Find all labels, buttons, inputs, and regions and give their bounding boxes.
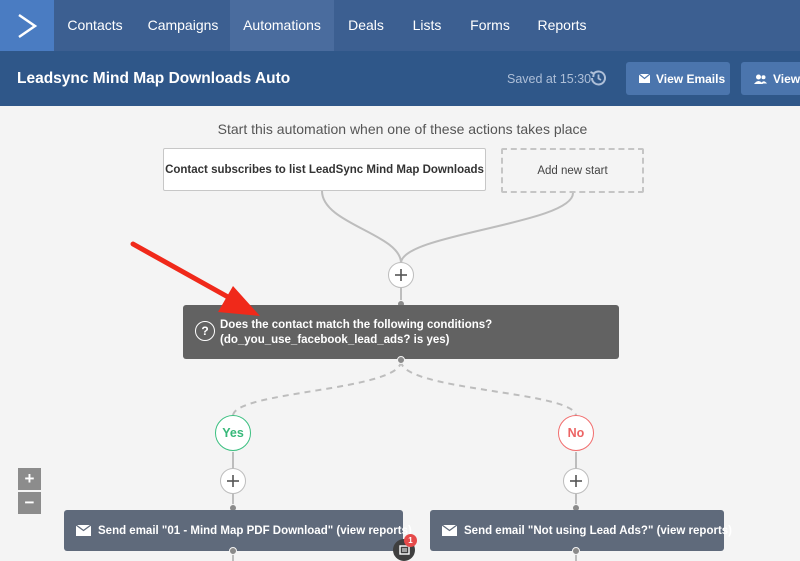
send-email-label-no: Send email "Not using Lead Ads?" (view r… xyxy=(464,524,732,537)
add-step-button[interactable] xyxy=(388,262,414,288)
nav-contacts[interactable]: Contacts xyxy=(54,0,136,51)
logo[interactable] xyxy=(0,0,54,51)
connector-dot xyxy=(572,547,580,555)
view-contacts-button[interactable]: View xyxy=(741,62,800,95)
automation-header: Leadsync Mind Map Downloads Auto Saved a… xyxy=(0,51,800,106)
note-count-badge: 1 xyxy=(404,534,417,547)
no-branch[interactable]: No xyxy=(558,415,594,451)
condition-title: Does the contact match the following con… xyxy=(220,319,493,331)
top-nav: Contacts Campaigns Automations Deals Lis… xyxy=(0,0,800,51)
add-step-no-button[interactable] xyxy=(563,468,589,494)
envelope-icon xyxy=(76,525,91,536)
view-emails-label: View Emails xyxy=(656,71,726,86)
send-email-action-yes[interactable]: Send email "01 - Mind Map PDF Download" … xyxy=(64,510,412,551)
automation-title[interactable]: Leadsync Mind Map Downloads Auto xyxy=(17,70,290,88)
plus-icon xyxy=(570,475,582,487)
nav-lists[interactable]: Lists xyxy=(398,0,456,51)
send-email-action-no[interactable]: Send email "Not using Lead Ads?" (view r… xyxy=(430,510,732,551)
start-prompt: Start this automation when one of these … xyxy=(217,121,588,137)
view-emails-button[interactable]: View Emails xyxy=(626,62,730,95)
chevron-right-icon xyxy=(18,13,38,38)
question-icon: ? xyxy=(195,321,215,341)
send-email-label-yes: Send email "01 - Mind Map PDF Download" … xyxy=(98,524,412,537)
add-new-start-button[interactable]: Add new start xyxy=(501,148,644,193)
plus-icon xyxy=(227,475,239,487)
users-icon xyxy=(754,74,767,84)
connector-dot xyxy=(397,356,405,364)
condition-block[interactable]: ? Does the contact match the following c… xyxy=(183,305,619,359)
zoom-out-button[interactable]: − xyxy=(18,492,41,514)
trigger-box[interactable]: Contact subscribes to list LeadSync Mind… xyxy=(163,148,486,191)
saved-status: Saved at 15:30 xyxy=(507,72,592,86)
condition-rule: (do_you_use_facebook_lead_ads? is yes) xyxy=(220,334,450,346)
nav-forms[interactable]: Forms xyxy=(456,0,524,51)
connector-dot xyxy=(229,547,237,555)
envelope-icon xyxy=(442,525,457,536)
nav-campaigns[interactable]: Campaigns xyxy=(136,0,230,51)
yes-branch[interactable]: Yes xyxy=(215,415,251,451)
plus-icon xyxy=(395,269,407,281)
envelope-icon xyxy=(639,74,650,83)
nav-reports[interactable]: Reports xyxy=(524,0,600,51)
workflow-canvas[interactable]: Start this automation when one of these … xyxy=(0,106,800,561)
view-contacts-label: View xyxy=(773,71,800,86)
zoom-in-button[interactable]: + xyxy=(18,468,41,490)
nav-automations[interactable]: Automations xyxy=(230,0,334,51)
history-icon[interactable] xyxy=(588,68,608,88)
add-step-yes-button[interactable] xyxy=(220,468,246,494)
nav-deals[interactable]: Deals xyxy=(334,0,398,51)
